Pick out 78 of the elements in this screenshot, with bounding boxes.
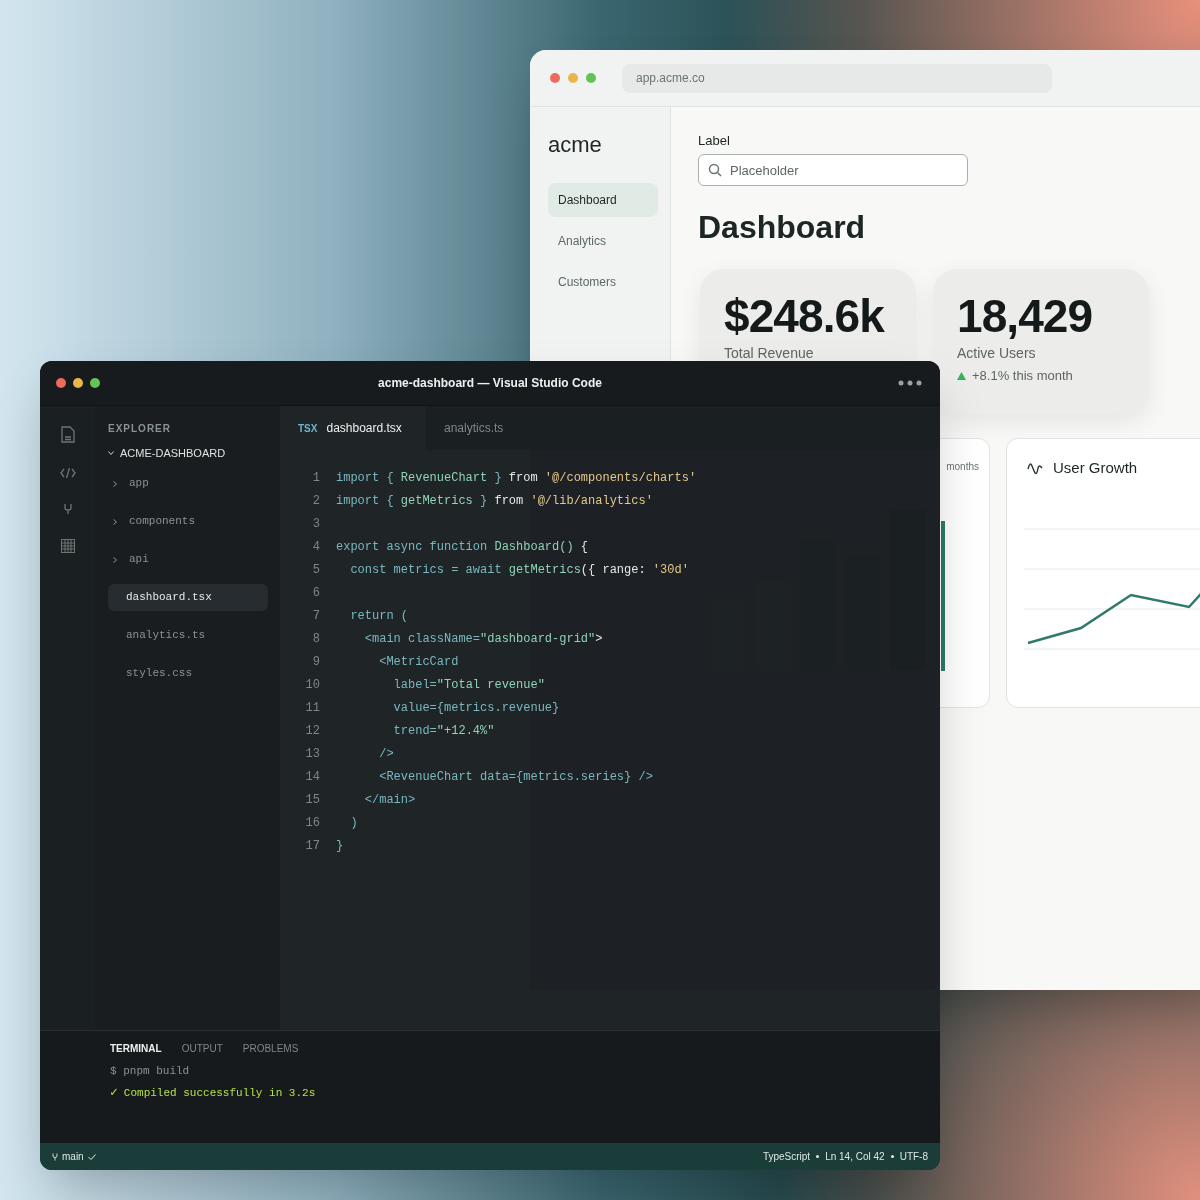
period-text: months: [946, 460, 979, 474]
code-line: label="Total revenue": [392, 676, 545, 694]
metric-value: $248.6k: [724, 291, 886, 341]
search-field[interactable]: Placeholder: [698, 154, 968, 186]
code-line: />: [378, 745, 394, 763]
line-number: 11: [304, 699, 320, 717]
line-number: 13: [304, 745, 320, 763]
logo-text: acme: [548, 131, 603, 159]
line-number: 4: [311, 538, 320, 556]
line-number: 12: [304, 722, 320, 740]
page-heading: Dashboard: [698, 208, 867, 246]
window-title: acme-dashboard — Visual Studio Code: [378, 375, 602, 392]
line-number: 2: [311, 492, 320, 510]
metric-label: Total Revenue: [724, 344, 815, 362]
code-line: </main>: [363, 791, 416, 809]
code-line: }: [336, 837, 344, 855]
more-icon[interactable]: [898, 380, 922, 386]
nav-item[interactable]: Dashboard: [548, 183, 658, 217]
code-line: <MetricCard: [378, 653, 459, 671]
card-title: User Growth: [1053, 458, 1138, 478]
nav-item[interactable]: Analytics: [548, 224, 658, 258]
folder-item[interactable]: api: [108, 546, 268, 573]
code-line: value={metrics.revenue}: [392, 699, 560, 717]
code-line: return (: [349, 607, 408, 625]
line-number: 3: [311, 515, 320, 533]
address-bar[interactable]: app.acme.co: [622, 63, 1052, 93]
code-icon[interactable]: [59, 467, 76, 479]
explorer-title: EXPLORER: [108, 423, 172, 435]
line-number: 6: [311, 584, 320, 602]
check-icon: [87, 1153, 96, 1160]
up-triangle-icon: [957, 371, 966, 380]
field-label: Label: [698, 133, 731, 149]
grid-icon[interactable]: [60, 539, 75, 553]
terminal-tab[interactable]: OUTPUT: [181, 1041, 223, 1056]
file-item[interactable]: styles.css: [108, 660, 268, 687]
branch-icon: [52, 1152, 58, 1161]
nav-item[interactable]: Customers: [548, 265, 658, 299]
folder-item[interactable]: components: [108, 508, 268, 535]
metric-value: 18,429: [957, 291, 1094, 341]
status-item[interactable]: UTF-8: [899, 1149, 928, 1164]
line-number: 15: [304, 791, 320, 809]
editor-tab[interactable]: analytics.ts: [426, 406, 522, 450]
file-item[interactable]: analytics.ts: [108, 622, 268, 649]
line-number: 17: [304, 837, 320, 855]
metric-label: Active Users: [957, 344, 1037, 362]
line-number: 8: [311, 630, 320, 648]
line-number: 14: [304, 768, 320, 786]
code-line: <RevenueChart data={metrics.series} />: [378, 768, 653, 786]
terminal-tab[interactable]: PROBLEMS: [242, 1041, 299, 1056]
line-number: 16: [304, 814, 320, 832]
code-line: trend="+12.4%": [392, 722, 495, 740]
code-line: import { RevenueChart } from '@/components/charts': [336, 469, 697, 487]
project-item[interactable]: ACME-DASHBOARD: [108, 445, 268, 461]
terminal-tab[interactable]: TERMINAL: [110, 1041, 162, 1056]
trend-text: +8.1% this month: [972, 367, 1073, 385]
code-line: export async function Dashboard() {: [336, 538, 589, 556]
folder-item[interactable]: app: [108, 470, 268, 497]
code-line: ): [349, 814, 358, 832]
line-number: 7: [311, 607, 320, 625]
status-item[interactable]: TypeScript: [762, 1149, 811, 1164]
editor-tab[interactable]: TSX dashboard.tsx: [280, 406, 426, 450]
terminal-line: Compiled successfully in 3.2s: [123, 1085, 316, 1101]
line-number: 9: [311, 653, 320, 671]
check-mark: ✓: [110, 1084, 118, 1103]
code-line: <main className="dashboard-grid">: [363, 630, 603, 648]
line-number: 10: [304, 676, 320, 694]
line-number: 1: [311, 469, 320, 487]
code-line: const metrics = await getMetrics({ range: '30d': [349, 561, 689, 579]
branch-name[interactable]: main: [62, 1149, 84, 1164]
terminal-line: $ pnpm build: [110, 1063, 191, 1079]
search-icon: [708, 163, 722, 177]
pulse-icon: [1027, 460, 1043, 477]
file-icon[interactable]: [60, 426, 75, 443]
code-line: import { getMetrics } from '@/lib/analytics': [336, 492, 653, 510]
line-number: 5: [311, 561, 320, 579]
branch-icon[interactable]: [62, 503, 73, 515]
status-item[interactable]: Ln 14, Col 42: [825, 1149, 885, 1164]
file-item[interactable]: dashboard.tsx: [108, 584, 268, 611]
